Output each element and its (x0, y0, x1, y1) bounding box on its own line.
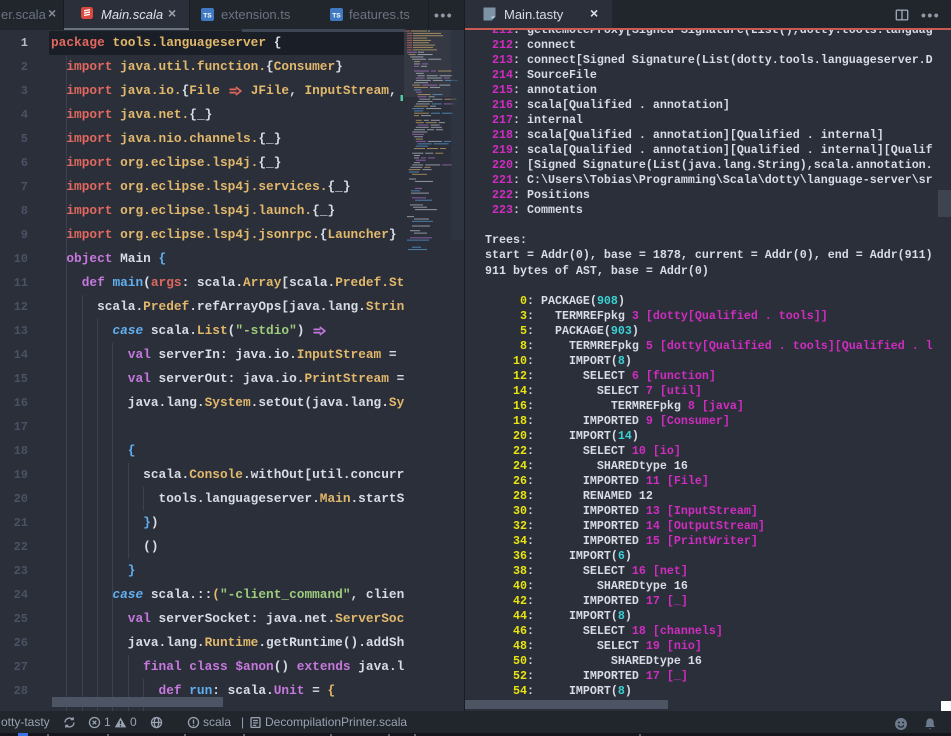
svg-text:TS: TS (332, 13, 341, 20)
svg-text:TS: TS (203, 13, 212, 20)
